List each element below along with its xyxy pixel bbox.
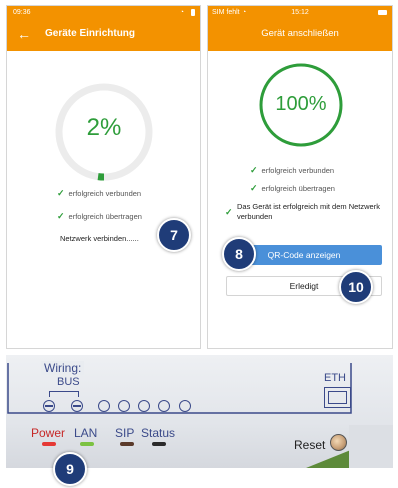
check-label: erfolgreich übertragen (68, 212, 142, 221)
reset-button[interactable] (330, 434, 347, 451)
checkmark-icon: ✓ (57, 211, 65, 221)
checkmark-icon: ✓ (57, 188, 65, 198)
check-label: erfolgreich verbunden (68, 189, 142, 198)
led-label-power: Power (31, 426, 66, 440)
eth-label: ETH (324, 372, 346, 384)
terminal-hole (138, 400, 150, 412)
step-badge-9: 9 (53, 452, 87, 486)
terminal-hole (158, 400, 170, 412)
terminal-hole (98, 400, 110, 412)
reset-label: Reset (294, 438, 326, 452)
checkmark-icon: ✓ (250, 183, 258, 193)
bus-terminal (43, 400, 55, 412)
eth-port-icon (324, 387, 351, 408)
check-item: ✓ erfolgreich verbunden (250, 165, 334, 176)
status-bar: SIM fehlt ◔ 15:12 (208, 6, 392, 19)
status-bar: 09:36 ◔ (7, 6, 200, 19)
device-panel: Wiring: BUS ETH Power LAN SIP Status Res… (6, 355, 393, 468)
led-label-sip: SIP (115, 426, 135, 440)
app-bar: Gerät anschließen (208, 19, 392, 51)
status-led (152, 442, 166, 446)
terminal-hole (118, 400, 130, 412)
check-label: Das Gerät ist erfolgreich mit dem Netzwe… (237, 202, 380, 221)
bus-label: BUS (57, 376, 80, 388)
status-time: 09:36 (13, 9, 31, 16)
checkmark-icon: ✓ (250, 165, 258, 175)
progress-percent-label: 2% (86, 114, 122, 141)
power-led (42, 442, 56, 446)
status-time: 15:12 (291, 9, 309, 16)
status-text: Netzwerk verbinden...... (60, 234, 139, 243)
battery-icon (191, 9, 195, 16)
check-item: ✓ erfolgreich übertragen (57, 211, 142, 222)
wiring-label: Wiring: (41, 361, 85, 375)
step-badge-7: 7 (157, 218, 191, 252)
check-item: ✓ Das Gerät ist erfolgreich mit dem Netz… (225, 202, 385, 222)
bus-bracket (49, 391, 79, 397)
sip-led (120, 442, 134, 446)
progress-percent-label: 100% (275, 93, 327, 115)
lan-led (80, 442, 94, 446)
left-phone-screen: 09:36 ◔ ← Geräte Einrichtung 2% ✓ erfolgr… (6, 5, 201, 349)
step-badge-8: 8 (222, 237, 256, 271)
check-label: erfolgreich verbunden (261, 166, 335, 175)
led-label-lan: LAN (74, 426, 98, 440)
check-label: erfolgreich übertragen (261, 184, 335, 193)
battery-icon (378, 10, 387, 15)
bus-terminal (71, 400, 83, 412)
wifi-icon: ◔ (179, 9, 184, 16)
terminal-hole (179, 400, 191, 412)
page-title: Gerät anschließen (261, 28, 339, 39)
check-item: ✓ erfolgreich übertragen (250, 183, 335, 194)
step-badge-10: 10 (339, 270, 373, 304)
back-arrow-icon[interactable]: ← (17, 26, 31, 42)
led-label-status: Status (141, 426, 176, 440)
page-title: Geräte Einrichtung (45, 28, 136, 39)
app-bar: ← Geräte Einrichtung (7, 19, 200, 51)
check-item: ✓ erfolgreich verbunden (57, 188, 141, 199)
checkmark-icon: ✓ (225, 207, 233, 217)
